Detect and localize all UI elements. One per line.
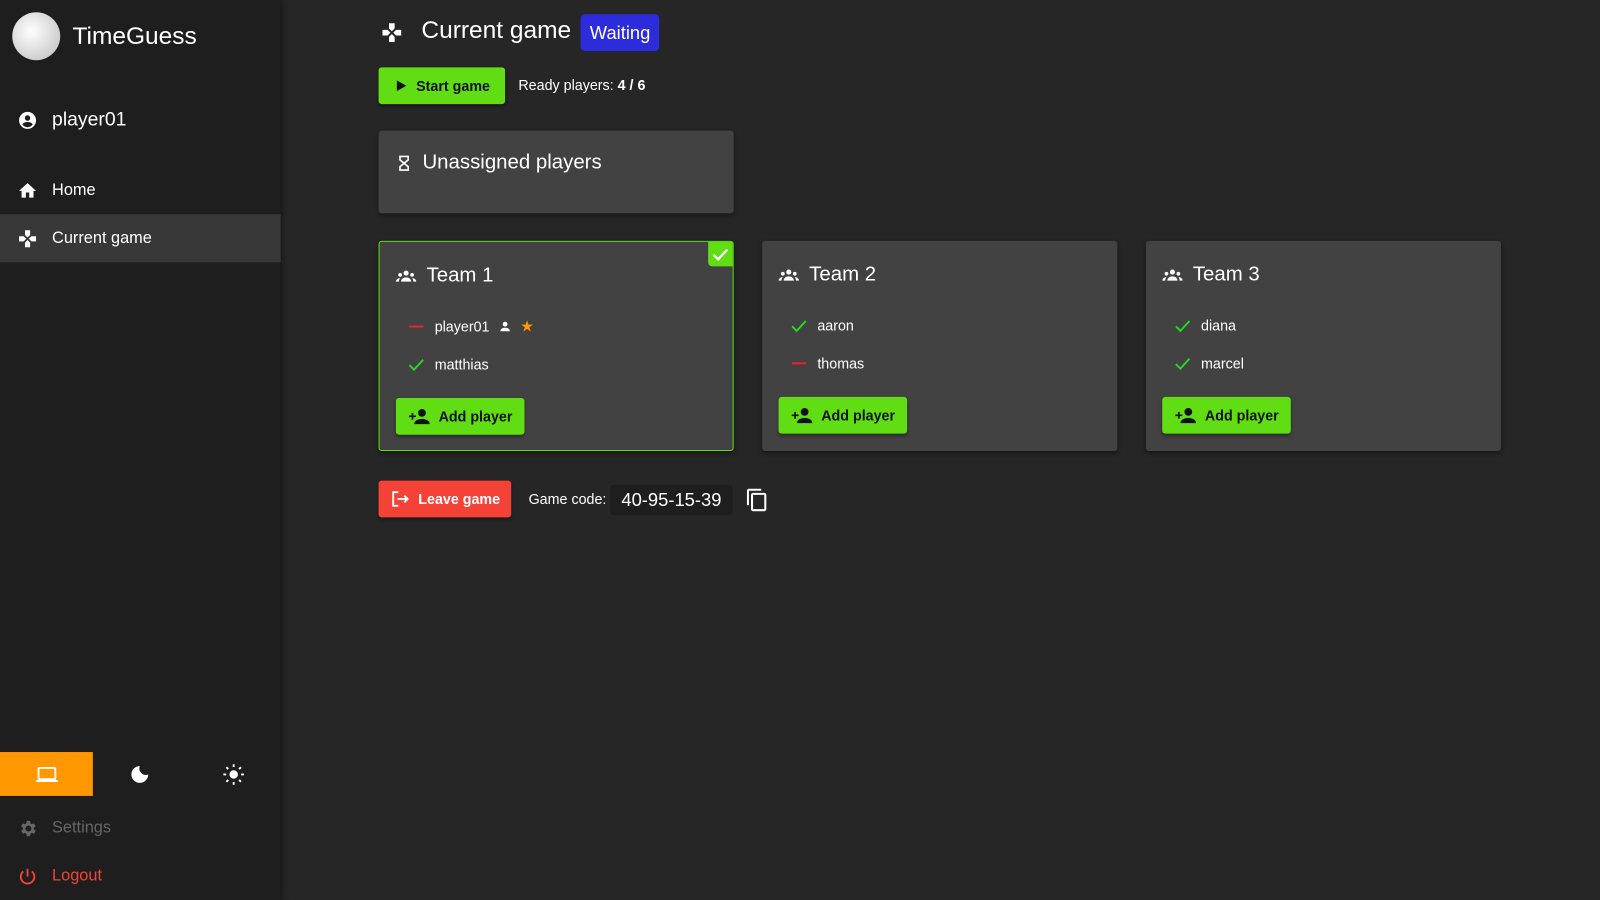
- app-logo: [12, 12, 61, 61]
- sidebar-item-label: Home: [52, 181, 96, 199]
- card-title: Unassigned players: [422, 151, 602, 174]
- group-icon: [778, 269, 799, 281]
- sidebar-item-label: Current game: [52, 229, 152, 247]
- username: player01: [52, 108, 127, 131]
- person-add-icon: [1175, 407, 1196, 424]
- gamepad-icon: [382, 23, 402, 43]
- game-code-label: Game code:: [528, 490, 607, 508]
- add-player-button[interactable]: Add player: [395, 397, 525, 435]
- ready-indicator: [1172, 354, 1192, 372]
- player-item: aaron: [789, 315, 854, 335]
- logout-icon: [392, 491, 409, 507]
- team-card: Team 2 aaron thomas Add player: [762, 240, 1118, 452]
- start-game-label: Start game: [416, 77, 490, 94]
- dash-icon: [791, 362, 807, 365]
- theme-light-button[interactable]: [187, 752, 280, 796]
- copy-icon[interactable]: [745, 488, 769, 512]
- check-icon: [408, 359, 424, 371]
- player-item: diana: [1172, 315, 1236, 335]
- player-name: aaron: [817, 317, 854, 334]
- star-icon: ★: [520, 318, 534, 336]
- settings-label: Settings: [52, 818, 112, 837]
- status-badge: Waiting: [580, 14, 660, 52]
- theme-dark-button[interactable]: [93, 752, 186, 796]
- player-name: matthias: [434, 356, 489, 373]
- person-add-icon: [408, 408, 430, 425]
- ready-indicator: [1172, 316, 1192, 334]
- settings-link[interactable]: Settings: [0, 804, 281, 852]
- check-icon: [1175, 358, 1191, 370]
- team-card: Team 3 diana marcel Add player: [1145, 240, 1502, 452]
- sidebar-item-current-game[interactable]: Current game: [0, 214, 281, 263]
- player-item: marcel: [1172, 353, 1244, 373]
- add-player-label: Add player: [821, 407, 896, 424]
- team-name: Team 1: [426, 264, 494, 287]
- ready-players: Ready players: 4 / 6: [518, 77, 645, 93]
- player-name: thomas: [817, 355, 865, 372]
- leave-game-button[interactable]: Leave game: [378, 480, 512, 518]
- play-icon: [396, 80, 407, 92]
- person-add-icon: [791, 407, 813, 424]
- logout-label: Logout: [52, 866, 102, 885]
- person-icon: [500, 321, 510, 332]
- sidebar: TimeGuess player01 Home Current game Set…: [0, 0, 281, 900]
- add-player-label: Add player: [438, 408, 513, 425]
- player-item: thomas: [789, 353, 864, 373]
- gamepad-icon: [19, 229, 37, 247]
- player-name: player01: [434, 318, 490, 335]
- sun-icon: [222, 763, 244, 785]
- theme-system-button[interactable]: [0, 752, 93, 796]
- leave-game-label: Leave game: [418, 490, 501, 508]
- team-ready-badge: [708, 241, 733, 267]
- player-item: player01 ★: [406, 316, 534, 336]
- group-icon: [1162, 269, 1183, 281]
- home-icon: [19, 182, 37, 198]
- not-ready-indicator: [406, 325, 426, 328]
- add-player-button[interactable]: Add player: [778, 396, 908, 434]
- gear-icon: [21, 820, 36, 836]
- page-title: Current game: [421, 16, 572, 44]
- sidebar-item-home[interactable]: Home: [0, 166, 281, 214]
- moon-icon: [130, 765, 148, 783]
- start-game-button[interactable]: Start game: [378, 67, 506, 105]
- not-ready-indicator: [789, 362, 809, 365]
- user-profile[interactable]: player01: [0, 96, 281, 144]
- player-name: marcel: [1201, 355, 1244, 372]
- team-name: Team 2: [809, 263, 877, 286]
- check-icon: [1175, 320, 1191, 333]
- app-title: TimeGuess: [72, 22, 197, 50]
- team-card: Team 1 player01 ★ matthias Add player: [378, 240, 734, 452]
- account-circle-icon: [19, 111, 37, 129]
- ready-label: Ready players:: [518, 76, 614, 93]
- logout-link[interactable]: Logout: [0, 852, 281, 900]
- group-icon: [395, 270, 417, 282]
- ready-count: 4 / 6: [617, 76, 646, 93]
- player-item: matthias: [406, 354, 489, 374]
- team-name: Team 3: [1192, 263, 1260, 286]
- laptop-icon: [35, 766, 58, 782]
- add-player-label: Add player: [1204, 407, 1279, 424]
- game-code-value: 40-95-15-39: [610, 484, 733, 516]
- check-icon: [791, 320, 807, 333]
- power-icon: [19, 868, 36, 884]
- unassigned-players-card: Unassigned players: [378, 130, 734, 214]
- hourglass-icon: [399, 155, 409, 171]
- add-player-button[interactable]: Add player: [1162, 396, 1291, 434]
- ready-indicator: [406, 355, 426, 373]
- player-name: diana: [1201, 317, 1236, 334]
- ready-indicator: [789, 316, 809, 334]
- check-icon: [712, 248, 729, 262]
- dash-icon: [409, 325, 424, 328]
